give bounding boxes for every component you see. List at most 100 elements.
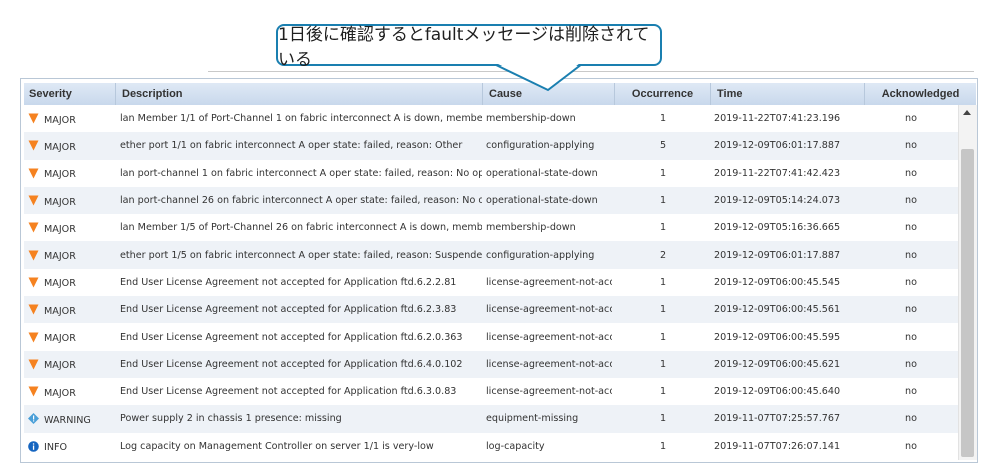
major-triangle-icon [28,332,39,343]
occurrence-cell: 1 [659,195,667,207]
table-row[interactable]: MAJOR End User License Agreement not acce… [24,377,958,406]
time-cell: 2019-12-09T06:00:45.640 [714,386,841,398]
severity-cell: MAJOR [28,187,118,214]
cause-cell: license-agreement-not-acc... [486,331,612,343]
acknowledged-cell: no [905,440,917,452]
description-cell: lan Member 1/5 of Port-Channel 26 on fab… [120,222,482,234]
vertical-scrollbar[interactable] [958,105,977,460]
cause-cell: license-agreement-not-acc... [486,304,612,316]
severity-label: MAJOR [44,360,76,372]
occurrence-cell: 5 [659,140,667,152]
severity-cell: INFO [28,433,118,460]
occurrence-cell: 1 [659,222,667,234]
description-cell: lan port-channel 1 on fabric interconnec… [120,167,482,179]
table-row[interactable]: MAJOR lan port-channel 26 on fabric inter… [24,186,958,215]
severity-cell: MAJOR [28,296,118,323]
time-cell: 2019-12-09T06:00:45.561 [714,304,841,316]
cause-cell: license-agreement-not-acc... [486,358,612,370]
description-cell: End User License Agreement not accepted … [120,386,457,398]
scroll-up-arrow-icon[interactable] [963,110,971,115]
time-cell: 2019-12-09T06:01:17.887 [714,140,841,152]
occurrence-cell: 1 [659,276,667,288]
acknowledged-cell: no [905,276,917,288]
severity-cell: MAJOR [28,214,118,241]
acknowledged-cell: no [905,195,917,207]
time-cell: 2019-12-09T05:16:36.665 [714,222,841,234]
major-triangle-icon [28,250,39,261]
cause-cell: configuration-applying [486,249,595,261]
table-row[interactable]: MAJOR lan port-channel 1 on fabric interc… [24,159,958,187]
acknowledged-cell: no [905,167,917,179]
time-cell: 2019-12-09T05:14:24.073 [714,195,841,207]
cause-cell: equipment-missing [486,413,579,425]
description-cell: End User License Agreement not accepted … [120,276,457,288]
acknowledged-cell: no [905,304,917,316]
severity-label: MAJOR [44,305,76,317]
occurrence-cell: 1 [659,304,667,316]
severity-cell: MAJOR [28,351,118,378]
time-cell: 2019-11-07T07:26:07.141 [714,440,841,452]
acknowledged-cell: no [905,222,917,234]
occurrence-cell: 1 [659,413,667,425]
severity-label: MAJOR [44,251,76,263]
occurrence-cell: 2 [659,249,667,261]
table-row[interactable]: WARNING Power supply 2 in chassis 1 prese… [24,405,958,433]
acknowledged-cell: no [905,331,917,343]
time-cell: 2019-12-09T06:00:45.595 [714,331,841,343]
severity-label: MAJOR [44,114,76,126]
major-triangle-icon [28,359,39,370]
severity-label: MAJOR [44,141,76,153]
severity-cell: WARNING [28,405,118,432]
description-cell: Power supply 2 in chassis 1 presence: mi… [120,413,342,425]
table-row[interactable]: MAJOR End User License Agreement not acce… [24,350,958,378]
callout-tail-cover [496,63,580,88]
major-triangle-icon [28,168,39,179]
major-triangle-icon [28,277,39,288]
cause-cell: license-agreement-not-acc... [486,276,612,288]
time-cell: 2019-11-22T07:41:42.423 [714,167,841,179]
major-triangle-icon [28,386,39,397]
faults-table: Severity Description Cause Occurrence Ti… [20,78,978,463]
major-triangle-icon [28,222,39,233]
cause-cell: operational-state-down [486,195,598,207]
table-row[interactable]: MAJOR ether port 1/5 on fabric interconne… [24,241,958,269]
table-row[interactable]: INFO Log capacity on Management Controlle… [24,432,958,460]
severity-label: MAJOR [44,196,76,208]
description-cell: End User License Agreement not accepted … [120,331,463,343]
table-row[interactable]: MAJOR ether port 1/1 on fabric interconne… [24,132,958,160]
occurrence-cell: 1 [659,331,667,343]
description-cell: End User License Agreement not accepted … [120,304,457,316]
cause-cell: license-agreement-not-acc... [486,386,612,398]
description-cell: ether port 1/1 on fabric interconnect A … [120,140,463,152]
table-row[interactable]: MAJOR End User License Agreement not acce… [24,296,958,324]
severity-cell: MAJOR [28,160,118,187]
severity-label: MAJOR [44,169,76,181]
table-row[interactable]: MAJOR End User License Agreement not acce… [24,268,958,297]
severity-cell: MAJOR [28,269,118,296]
major-triangle-icon [28,195,39,206]
description-cell: ether port 1/5 on fabric interconnect A … [120,249,482,261]
severity-cell: MAJOR [28,132,118,159]
severity-cell: MAJOR [28,323,118,350]
description-cell: lan port-channel 26 on fabric interconne… [120,195,482,207]
acknowledged-cell: no [905,140,917,152]
table-body: MAJOR lan Member 1/1 of Port-Channel 1 on… [24,105,958,460]
time-cell: 2019-12-09T06:00:45.621 [714,358,841,370]
cause-cell: log-capacity [486,440,545,452]
severity-label: INFO [44,442,68,454]
severity-label: WARNING [44,414,91,426]
description-cell: End User License Agreement not accepted … [120,358,463,370]
acknowledged-cell: no [905,358,917,370]
major-triangle-icon [28,113,39,124]
occurrence-cell: 1 [659,440,667,452]
major-triangle-icon [28,304,39,315]
severity-cell: MAJOR [28,241,118,268]
warning-diamond-icon [28,413,39,425]
description-cell: Log capacity on Management Controller on… [120,440,434,452]
severity-label: MAJOR [44,278,76,290]
scrollbar-thumb[interactable] [961,149,974,457]
table-row[interactable]: MAJOR End User License Agreement not acce… [24,323,958,351]
table-row[interactable]: MAJOR lan Member 1/5 of Port-Channel 26 o… [24,214,958,242]
occurrence-cell: 1 [659,386,667,398]
occurrence-cell: 1 [659,167,667,179]
